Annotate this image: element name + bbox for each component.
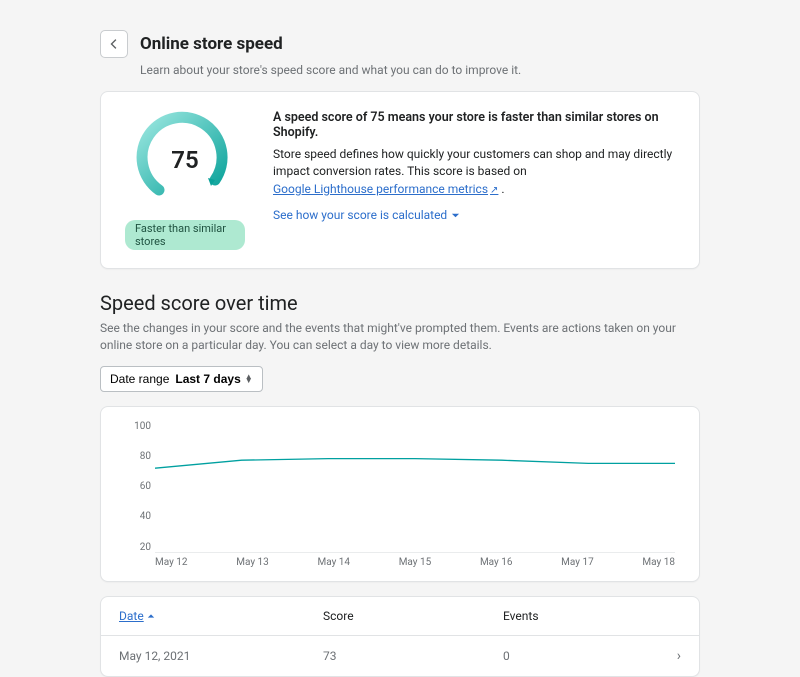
x-tick: May 18 [642,557,675,571]
y-tick: 60 [125,481,151,492]
th-date-sort[interactable]: Date [119,609,155,623]
how-calculated-link[interactable]: See how your score is calculated [273,208,460,222]
over-time-desc: See the changes in your score and the ev… [100,320,700,354]
chart-plot [155,425,675,553]
row-date: May 12, 2021 [119,649,323,663]
lighthouse-link[interactable]: Google Lighthouse performance metrics↗ [273,182,498,196]
caret-down-icon [451,211,460,220]
x-tick: May 13 [236,557,269,571]
x-tick: May 16 [480,557,513,571]
y-tick: 100 [125,421,151,432]
sort-asc-icon [147,612,155,620]
table-header-row: Date Score Events [101,597,699,636]
arrow-left-icon [107,37,121,51]
date-range-label: Date range [110,372,169,386]
score-desc-prefix: Store speed defines how quickly your cus… [273,147,672,178]
score-value: 75 [135,110,235,210]
page-subtitle: Learn about your store's speed score and… [140,63,700,77]
x-axis: May 12 May 13 May 14 May 15 May 16 May 17 May … [155,557,675,571]
score-card: 75 Faster than similar stores A speed sc… [100,91,700,269]
select-icon: ▲▼ [245,375,253,383]
comparison-badge: Faster than similar stores [125,220,245,250]
page-title: Online store speed [140,34,283,54]
score-heading: A speed score of 75 means your store is … [273,110,675,140]
x-tick: May 17 [561,557,594,571]
row-events: 0 [503,649,653,663]
date-range-selector[interactable]: Date range Last 7 days ▲▼ [100,366,263,392]
chevron-right-icon: › [653,648,681,664]
over-time-title: Speed score over time [100,291,700,315]
x-tick: May 14 [317,557,350,571]
speed-gauge: 75 [135,110,235,210]
date-range-value: Last 7 days [175,372,240,386]
th-score: Score [323,609,503,623]
chart-card: 10080604020 May 12May 13May 14May 15May … [100,406,700,582]
row-score: 73 [323,649,503,663]
y-axis: 100 80 60 40 20 [125,421,151,553]
x-tick: May 15 [399,557,432,571]
y-tick: 40 [125,511,151,522]
y-tick: 20 [125,542,151,553]
x-tick: May 12 [155,557,188,571]
score-description: Store speed defines how quickly your cus… [273,146,675,198]
th-events: Events [503,609,653,623]
table-row[interactable]: May 12, 2021 73 0 › [101,636,699,676]
back-button[interactable] [100,30,128,58]
y-tick: 80 [125,451,151,462]
history-table: Date Score Events May 12, 2021 73 0 › [100,596,700,677]
score-desc-suffix: . [498,182,504,196]
